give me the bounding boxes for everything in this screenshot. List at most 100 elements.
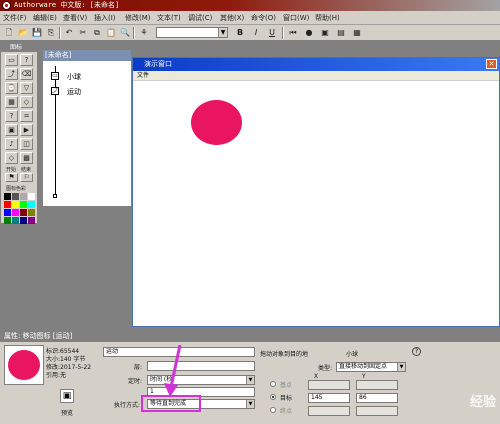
menu-insert[interactable]: 插入(I)	[94, 13, 116, 23]
chevron-down-icon: ▼	[246, 376, 254, 384]
color-swatch[interactable]	[4, 217, 11, 224]
layer-label: 层:	[134, 364, 143, 371]
close-icon[interactable]: ✕	[486, 59, 497, 69]
italic-button[interactable]: I	[250, 27, 262, 38]
execution-label: 执行方式:	[114, 402, 141, 409]
framework-icon[interactable]: ▦	[5, 96, 18, 108]
digital-movie-icon[interactable]: ▶	[20, 124, 33, 136]
color-swatch[interactable]	[28, 217, 35, 224]
toolbar: 🗋 📂 💾 ⎘ ↶ ✂ ⧉ 📋 🔍 ⚘ ▼ B I U ⏮ ● ▣ ▤ ▦	[0, 25, 500, 41]
menu-text[interactable]: 文本(T)	[157, 13, 181, 23]
color-swatch[interactable]	[28, 193, 35, 200]
color-swatch[interactable]	[4, 209, 11, 216]
chevron-down-icon: ▼	[246, 400, 254, 408]
erase-icon[interactable]: ⌫	[20, 68, 33, 80]
color-swatch[interactable]	[12, 201, 19, 208]
motion-type-select[interactable]: 直接移动到固定点 ▼	[336, 362, 406, 372]
base-x-field[interactable]	[308, 380, 350, 390]
ball-graphic[interactable]	[191, 100, 242, 145]
color-swatch[interactable]	[12, 217, 19, 224]
motion-icon[interactable]: ⤴	[5, 68, 18, 80]
color-swatch[interactable]	[12, 193, 19, 200]
ball-thumbnail	[8, 350, 40, 380]
presentation-menu-file[interactable]: 文件	[133, 71, 499, 81]
toolbar-separator	[59, 27, 61, 39]
menu-other[interactable]: 其他(X)	[220, 13, 244, 23]
restart-icon[interactable]: ⏮	[287, 27, 299, 38]
open-file-icon[interactable]: 📂	[17, 27, 29, 38]
new-file-icon[interactable]: 🗋	[3, 27, 15, 38]
variables-icon[interactable]: ▤	[335, 27, 347, 38]
run-icon[interactable]: ●	[303, 27, 315, 38]
copy-icon[interactable]: ⧉	[91, 27, 103, 38]
calculation-icon[interactable]: =	[20, 110, 33, 122]
help-icon[interactable]: ?	[20, 54, 33, 66]
underline-button[interactable]: U	[266, 27, 278, 38]
preview-icon[interactable]: ▣	[60, 389, 74, 403]
menu-debug[interactable]: 调试(C)	[188, 13, 212, 23]
map-icon[interactable]: ▣	[5, 124, 18, 136]
toolbar-separator	[133, 27, 135, 39]
base-point-radio[interactable]	[270, 381, 276, 387]
title-bar: Authorware 中文版: [未命名]	[0, 0, 500, 11]
color-swatch[interactable]	[20, 217, 27, 224]
menu-commands[interactable]: 命令(O)	[251, 13, 276, 23]
knowledge-objects-icon[interactable]: ▦	[351, 27, 363, 38]
icon-color-label: 图标色彩	[6, 186, 27, 192]
menu-view[interactable]: 查看(V)	[63, 13, 87, 23]
cut-icon[interactable]: ✂	[77, 27, 89, 38]
navigate-icon[interactable]: ▽	[20, 82, 33, 94]
bold-button[interactable]: B	[234, 27, 246, 38]
wait-icon[interactable]: ⌚	[5, 82, 18, 94]
start-flag-icon[interactable]: ⚑	[5, 173, 18, 182]
undo-icon[interactable]: ↶	[63, 27, 75, 38]
end-y-field[interactable]	[356, 406, 398, 416]
motion-icon[interactable]: ⤴	[51, 87, 59, 95]
style-combo[interactable]: ▼	[156, 27, 228, 38]
target-y-field[interactable]: 86	[356, 393, 398, 403]
base-y-field[interactable]	[356, 380, 398, 390]
color-swatch[interactable]	[12, 209, 19, 216]
timing-label: 定时:	[128, 378, 143, 385]
video-icon[interactable]: ◫	[20, 138, 33, 150]
color-swatch[interactable]	[4, 193, 11, 200]
color-swatch[interactable]	[20, 193, 27, 200]
window-title: Authorware 中文版: [未命名]	[14, 1, 120, 9]
end-flag-icon[interactable]: ⚐	[20, 173, 33, 182]
display-icon[interactable]: ▭	[5, 54, 18, 66]
text-style-icon[interactable]: ⚘	[138, 27, 150, 38]
diamond-icon[interactable]: ◇	[5, 152, 18, 164]
toolbar-separator	[282, 27, 284, 39]
knowledge-icon[interactable]: ▩	[20, 152, 33, 164]
type-label: 类型:	[318, 365, 333, 372]
find-icon[interactable]: 🔍	[119, 27, 131, 38]
help-icon[interactable]: ?	[412, 347, 421, 356]
target-label: 目标	[280, 395, 293, 402]
end-point-radio[interactable]	[270, 407, 276, 413]
color-swatch[interactable]	[28, 201, 35, 208]
sound-icon[interactable]: ♪	[5, 138, 18, 150]
save-icon[interactable]: 💾	[31, 27, 43, 38]
end-x-field[interactable]	[308, 406, 350, 416]
menu-help[interactable]: 帮助(H)	[315, 13, 340, 23]
target-radio[interactable]	[270, 394, 276, 400]
flow-icon-label[interactable]: 小球	[67, 72, 81, 82]
target-x-field[interactable]: 145	[308, 393, 350, 403]
color-swatch[interactable]	[20, 209, 27, 216]
functions-icon[interactable]: ▣	[319, 27, 331, 38]
paste-icon[interactable]: 📋	[105, 27, 117, 38]
presentation-window: 演示窗口 ✕ 文件	[132, 57, 500, 327]
display-icon[interactable]: ▭	[51, 72, 59, 80]
color-swatch[interactable]	[4, 201, 11, 208]
flow-icon-label[interactable]: 运动	[67, 87, 81, 97]
preview-button[interactable]: 预览	[61, 408, 73, 417]
menu-window[interactable]: 窗口(W)	[283, 13, 309, 23]
decision-icon[interactable]: ◇	[20, 96, 33, 108]
menu-file[interactable]: 文件(F)	[3, 13, 27, 23]
color-swatch[interactable]	[20, 201, 27, 208]
color-swatch[interactable]	[28, 209, 35, 216]
import-icon[interactable]: ⎘	[45, 27, 57, 38]
interaction-icon[interactable]: ?	[5, 110, 18, 122]
menu-modify[interactable]: 修改(M)	[125, 13, 151, 23]
menu-edit[interactable]: 编辑(E)	[33, 13, 57, 23]
